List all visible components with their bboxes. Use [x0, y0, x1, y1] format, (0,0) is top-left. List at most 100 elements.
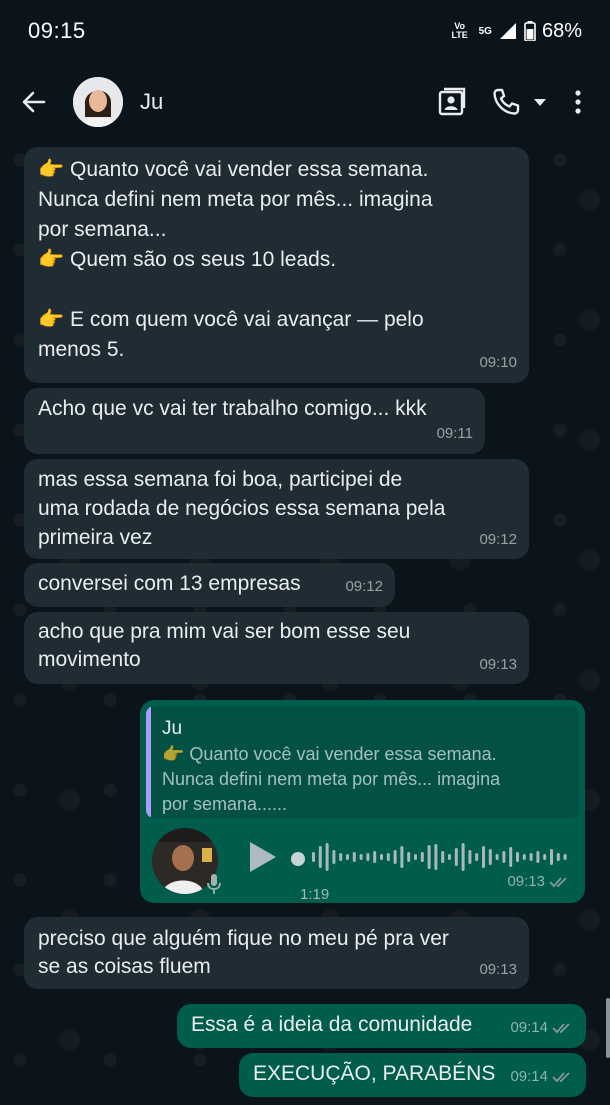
waveform-bar [373, 851, 377, 863]
avatar[interactable] [73, 77, 123, 127]
message-time: 09:12 [479, 531, 517, 548]
waveform-bar [380, 854, 383, 860]
message-bubble-outgoing-voice[interactable]: Ju 👉 Quanto você vai vender essa semana.… [140, 700, 585, 903]
waveform-bar [509, 847, 513, 867]
waveform-bar [488, 849, 492, 865]
double-check-icon [552, 1072, 570, 1083]
waveform-bar [448, 854, 451, 860]
message-bubble-incoming[interactable]: preciso que alguém fique no meu pé pra v… [24, 917, 529, 989]
waveform-bar [352, 852, 356, 862]
status-indicators: Vo LTE 5G 68% [449, 18, 582, 44]
waveform-scrubber[interactable] [291, 852, 305, 866]
message-text: Acho que vc vai ter trabalho comigo... k… [38, 397, 427, 420]
message-bubble-incoming[interactable]: conversei com 13 empresas 09:12 [24, 563, 395, 607]
message-bubble-incoming[interactable]: mas essa semana foi boa, participei de u… [24, 459, 529, 559]
waveform-bar [502, 851, 506, 863]
waveform-bar [339, 853, 343, 861]
phone-icon[interactable] [490, 86, 522, 118]
battery-percent: 68% [541, 19, 582, 42]
quote-author: Ju [162, 718, 183, 739]
quote-text: 👉 Quanto você vai vender essa semana. Nu… [162, 744, 501, 814]
waveform-bar [536, 851, 540, 863]
message-bubble-incoming[interactable]: acho que pra mim vai ser bom esse seu mo… [24, 612, 529, 684]
message-text: mas essa semana foi boa, participei de u… [38, 468, 446, 549]
message-time: 09:14 [510, 1068, 548, 1085]
waveform-bar [454, 848, 458, 866]
double-check-icon [549, 877, 567, 888]
waveform-bar [543, 854, 547, 860]
waveform-bar [414, 854, 417, 860]
network-type: 5G [478, 25, 492, 37]
message-text: 👉 Quanto você vai vender essa semana. Nu… [38, 158, 433, 361]
waveform-bar [434, 844, 438, 870]
waveform-bar [393, 850, 397, 864]
waveform-bar [312, 852, 315, 862]
contact-card-icon[interactable] [436, 86, 468, 118]
waveform-bar [386, 853, 390, 861]
message-meta: 09:14 [510, 1013, 574, 1043]
message-bubble-incoming[interactable]: 👉 Quanto você vai vender essa semana. Nu… [24, 147, 529, 383]
voice-duration: 1:19 [300, 886, 330, 903]
waveform-bar [366, 853, 370, 861]
quoted-message[interactable]: Ju 👉 Quanto você vai vender essa semana.… [146, 706, 579, 818]
message-time: 09:13 [507, 873, 545, 890]
double-check-icon [552, 1023, 570, 1034]
chat-header: Ju [0, 62, 610, 142]
message-time: 09:13 [479, 656, 517, 673]
quote-accent-bar [146, 706, 151, 818]
scrollbar-thumb[interactable] [606, 998, 610, 1058]
waveform-bar [407, 852, 411, 862]
waveform-bar [516, 852, 519, 862]
waveform-bar [563, 854, 567, 860]
waveform-bar [461, 843, 465, 871]
back-arrow-icon[interactable] [20, 88, 48, 116]
waveform-bar [346, 854, 349, 860]
waveform-bar [475, 853, 479, 861]
waveform-bar [522, 854, 526, 860]
waveform-bar [529, 853, 533, 861]
status-time: 09:15 [28, 18, 86, 43]
waveform-bar [468, 850, 472, 864]
message-time: 09:14 [510, 1019, 548, 1036]
message-text: preciso que alguém fique no meu pé pra v… [38, 927, 449, 978]
more-vert-icon[interactable] [566, 86, 598, 118]
message-meta: 09:13 [479, 956, 517, 984]
message-time: 09:13 [479, 961, 517, 978]
contact-name[interactable]: Ju [140, 89, 163, 115]
waveform-bar [400, 846, 404, 868]
waveform-bar [359, 854, 363, 860]
message-text: conversei com 13 empresas [38, 572, 301, 595]
message-time: 09:12 [345, 578, 383, 595]
volte-indicator: Vo LTE [451, 21, 468, 40]
mic-icon [207, 874, 221, 894]
message-meta: 09:13 [479, 651, 517, 679]
message-meta: 09:14 [510, 1062, 574, 1092]
message-meta: 09:12 [345, 572, 383, 602]
waveform-bar [325, 843, 329, 871]
waveform-bar [420, 852, 424, 862]
message-meta: 09:12 [479, 525, 517, 554]
signal-icon [499, 23, 516, 39]
message-bubble-outgoing[interactable]: EXECUÇÃO, PARABÉNS 09:14 [239, 1053, 586, 1097]
dropdown-icon[interactable] [530, 92, 550, 112]
avatar-image [73, 77, 123, 127]
waveform-bar [556, 853, 560, 861]
message-time: 09:11 [436, 425, 473, 442]
waveform-bar [427, 845, 431, 869]
message-time: 09:10 [479, 354, 517, 371]
message-bubble-outgoing[interactable]: Essa é a ideia da comunidade 09:14 [177, 1004, 586, 1048]
waveform-bar [495, 854, 499, 860]
waveform-bar [441, 851, 445, 863]
message-meta: 09:13 [507, 867, 571, 897]
status-bar: 09:15 Vo LTE 5G 68% [0, 0, 610, 62]
message-meta: 09:10 [479, 348, 517, 378]
message-bubble-incoming[interactable]: Acho que vc vai ter trabalho comigo... k… [24, 388, 485, 454]
battery-icon [524, 21, 536, 41]
message-text: acho que pra mim vai ser bom esse seu mo… [38, 620, 411, 671]
waveform-bar [482, 846, 485, 868]
waveform-bar [332, 850, 336, 864]
play-icon[interactable] [246, 840, 278, 874]
waveform-bar [318, 846, 322, 868]
message-meta: 09:11 [437, 419, 473, 449]
waveform-bar [550, 849, 553, 865]
